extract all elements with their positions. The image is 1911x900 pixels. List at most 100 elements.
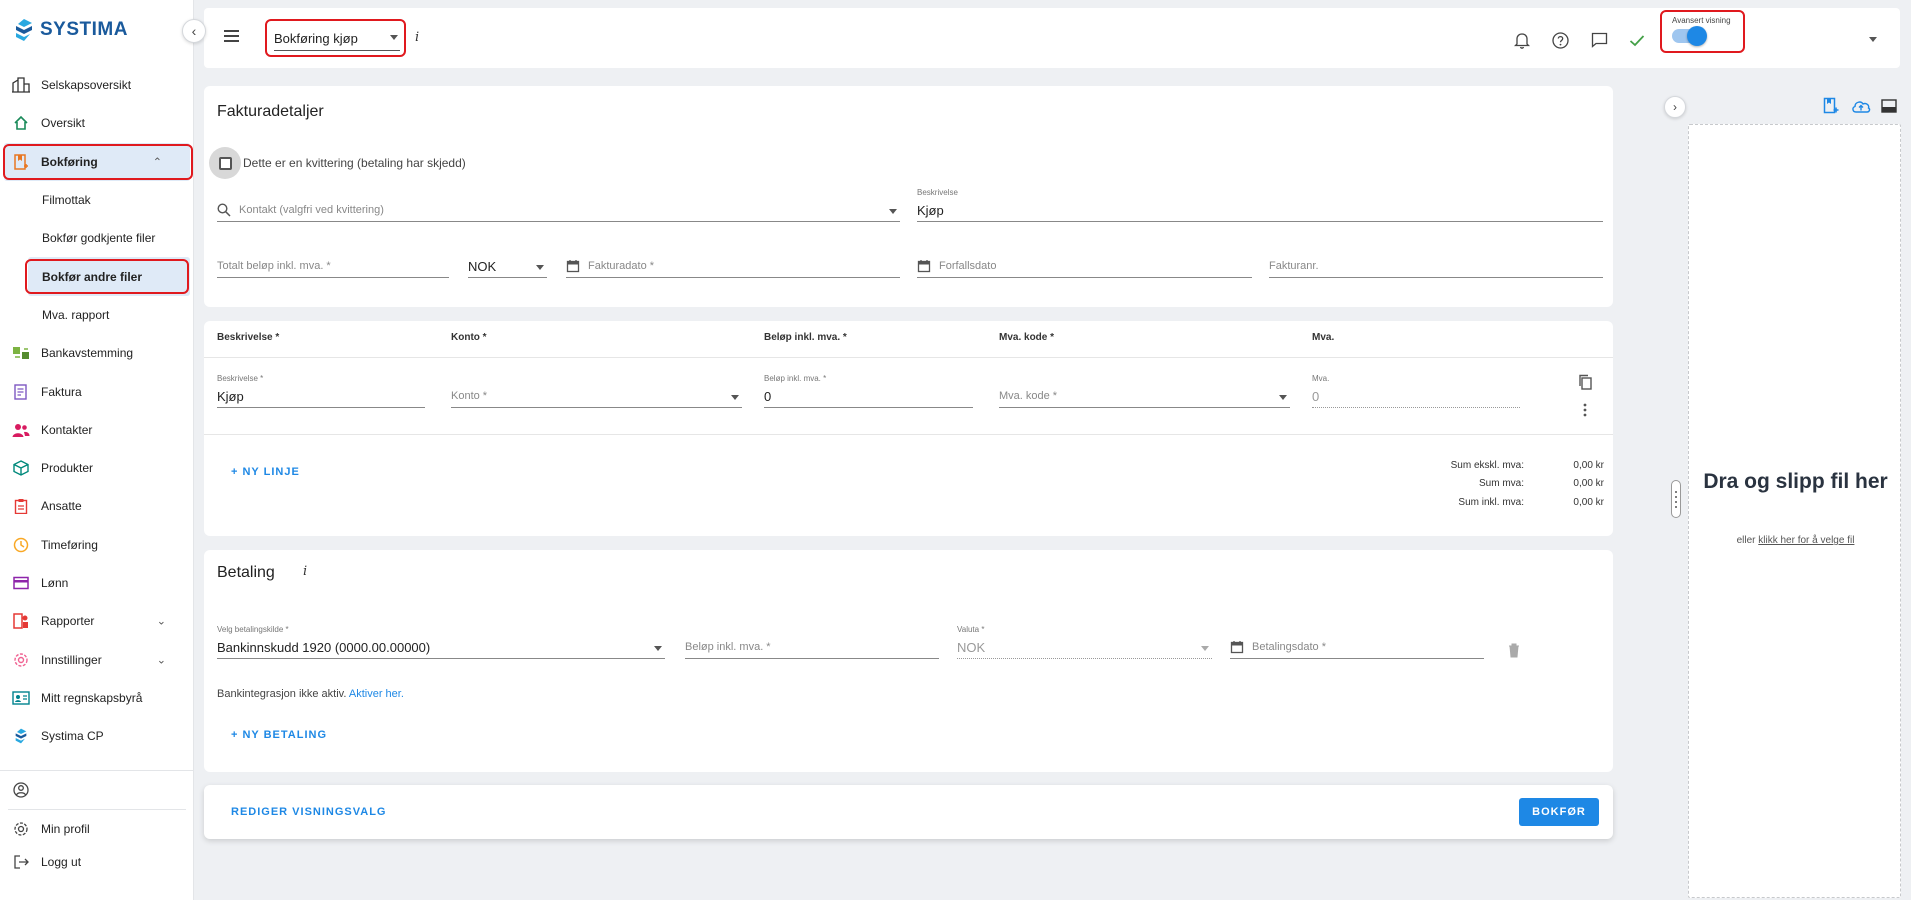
- invoice-details-title: Fakturadetaljer: [217, 103, 324, 120]
- sidebar-item-produkter[interactable]: Produkter: [0, 449, 194, 487]
- description-value: Kjøp: [917, 203, 944, 218]
- invoice-details-card: Fakturadetaljer Dette er en kvittering (…: [204, 86, 1613, 307]
- caret-down-icon: [1279, 395, 1287, 400]
- total-amount-field[interactable]: Totalt beløp inkl. mva. *: [217, 258, 449, 278]
- search-icon: [217, 203, 231, 217]
- sidebar-item-timeforing[interactable]: Timeføring: [0, 526, 194, 564]
- toggle-knob: [1687, 26, 1707, 46]
- user-account[interactable]: [0, 771, 194, 809]
- sidebar-item-bokfor-godkjente-filer[interactable]: Bokfør godkjente filer: [0, 219, 194, 257]
- payment-source-select[interactable]: Velg betalingskilde * Bankinnskudd 1920 …: [217, 625, 665, 659]
- help-icon[interactable]: [1550, 30, 1570, 50]
- payment-title: Betaling: [217, 564, 275, 581]
- sidebar-item-systima-cp[interactable]: Systima CP: [0, 717, 194, 755]
- currency-select[interactable]: NOK: [468, 258, 547, 278]
- sidebar-item-logg-ut[interactable]: Logg ut: [0, 849, 194, 875]
- sidebar-nav: Selskapsoversikt Oversikt Bokføring ⌃ Fi…: [0, 66, 194, 755]
- due-date-field[interactable]: Forfallsdato: [917, 258, 1252, 278]
- sum-incl-vat-label: Sum inkl. mva:: [1458, 497, 1524, 508]
- payment-currency-value: NOK: [957, 640, 986, 655]
- bookkeeping-icon: [12, 153, 30, 171]
- sidebar-collapse-button[interactable]: ‹: [182, 19, 206, 43]
- sidebar-item-filmottak[interactable]: Filmottak: [0, 181, 194, 219]
- sidebar-item-innstillinger[interactable]: Innstillinger ⌄: [0, 640, 194, 678]
- attachment-panel-toggle[interactable]: ›: [1664, 96, 1686, 118]
- choose-file-link[interactable]: klikk her for å velge fil: [1758, 535, 1854, 546]
- column-header-description: Beskrivelse *: [217, 332, 280, 343]
- cloud-upload-icon[interactable]: [1851, 96, 1871, 116]
- toggle-switch[interactable]: [1672, 26, 1707, 46]
- line-description-field[interactable]: Beskrivelse * Kjøp: [217, 374, 425, 408]
- line-vat-field: Mva. 0: [1312, 374, 1520, 408]
- divider: [204, 434, 1613, 435]
- due-date-placeholder: Forfallsdato: [939, 260, 997, 272]
- settings-icon: [12, 651, 30, 669]
- menu-icon[interactable]: [224, 30, 239, 42]
- sidebar-item-min-profil[interactable]: Min profil: [0, 810, 194, 848]
- checkmark-icon[interactable]: [1627, 30, 1647, 50]
- receipt-checkbox-label: Dette er en kvittering (betaling har skj…: [243, 156, 466, 170]
- report-icon: [12, 612, 30, 630]
- sidebar-item-selskapsoversikt[interactable]: Selskapsoversikt: [0, 66, 194, 104]
- sidebar-item-label: Rapporter: [41, 614, 95, 629]
- info-icon[interactable]: i: [415, 30, 419, 45]
- invoice-date-field[interactable]: Fakturadato *: [566, 258, 900, 278]
- sidebar-item-label: Produkter: [41, 461, 94, 476]
- sidebar-item-label: Ansatte: [41, 499, 82, 514]
- advanced-view-toggle[interactable]: Avansert visning: [1672, 16, 1731, 46]
- sidebar-item-ansatte[interactable]: Ansatte: [0, 487, 194, 525]
- booking-mode-select[interactable]: Bokføring kjøp: [274, 31, 400, 51]
- sum-incl-vat-value: 0,00 kr: [1573, 497, 1604, 508]
- payment-amount-field[interactable]: Beløp inkl. mva. *: [685, 639, 939, 659]
- sidebar-item-faktura[interactable]: Faktura: [0, 372, 194, 410]
- currency-value: NOK: [468, 259, 497, 274]
- more-vertical-icon[interactable]: [1577, 402, 1593, 418]
- add-document-icon[interactable]: [1821, 96, 1841, 116]
- invoice-number-field[interactable]: Fakturanr.: [1269, 258, 1603, 278]
- contact-field[interactable]: Kontakt (valgfri ved kvittering): [217, 202, 900, 222]
- edit-view-options-button[interactable]: REDIGER VISNINGSVALG: [231, 806, 386, 818]
- divider: [204, 357, 1613, 358]
- new-line-button[interactable]: + NY LINJE: [231, 466, 300, 478]
- logo[interactable]: SYSTIMA: [14, 18, 128, 42]
- book-button[interactable]: BOKFØR: [1519, 798, 1599, 826]
- copy-icon[interactable]: [1577, 374, 1593, 390]
- sidebar-item-label: Mva. rapport: [42, 307, 110, 322]
- sidebar-item-bankavstemming[interactable]: Bankavstemming: [0, 334, 194, 372]
- sidebar-item-label: Bokføring: [41, 154, 98, 169]
- line-amount-label: Beløp inkl. mva. *: [764, 374, 827, 383]
- receipt-checkbox[interactable]: [209, 147, 241, 179]
- new-payment-button[interactable]: + NY BETALING: [231, 729, 327, 741]
- line-account-select[interactable]: Konto *: [451, 388, 742, 408]
- caret-down-icon: [654, 646, 662, 651]
- caret-down-icon: [536, 265, 544, 270]
- sidebar-item-oversikt[interactable]: Oversikt: [0, 104, 194, 142]
- brand-name: SYSTIMA: [40, 19, 128, 40]
- line-vat-value: 0: [1312, 389, 1320, 404]
- info-icon[interactable]: i: [303, 564, 307, 579]
- sidebar-item-kontakter[interactable]: Kontakter: [0, 411, 194, 449]
- payment-date-field[interactable]: Betalingsdato *: [1230, 639, 1484, 659]
- file-dropzone[interactable]: Dra og slipp fil her eller klikk her for…: [1688, 124, 1901, 898]
- user-menu-caret-icon[interactable]: [1869, 37, 1877, 42]
- panel-layout-icon[interactable]: [1879, 96, 1899, 116]
- sidebar-item-bokfor-andre-filer[interactable]: Bokfør andre filer: [28, 257, 190, 296]
- sum-excl-vat-value: 0,00 kr: [1573, 460, 1604, 471]
- panel-resize-handle[interactable]: [1671, 480, 1681, 518]
- description-field[interactable]: Beskrivelse Kjøp: [917, 188, 1603, 222]
- sidebar-item-rapporter[interactable]: Rapporter ⌄: [0, 602, 194, 640]
- trash-icon[interactable]: [1506, 642, 1522, 658]
- line-description-value: Kjøp: [217, 389, 244, 404]
- column-header-vat-code: Mva. kode *: [999, 332, 1055, 343]
- line-amount-field[interactable]: Beløp inkl. mva. * 0: [764, 374, 973, 408]
- sidebar-item-lonn[interactable]: Lønn: [0, 564, 194, 602]
- activate-bank-link[interactable]: Aktiver her.: [349, 688, 404, 700]
- sidebar-item-mva-rapport[interactable]: Mva. rapport: [0, 296, 194, 334]
- calendar-icon: [1230, 641, 1244, 654]
- sidebar-item-bokforing[interactable]: Bokføring ⌃: [4, 142, 190, 181]
- sidebar-item-mitt-regnskapsbyra[interactable]: Mitt regnskapsbyrå: [0, 679, 194, 717]
- bell-icon[interactable]: [1512, 30, 1532, 50]
- chat-icon[interactable]: [1589, 30, 1609, 50]
- line-vat-code-select[interactable]: Mva. kode *: [999, 388, 1290, 408]
- idcard-icon: [12, 689, 30, 707]
